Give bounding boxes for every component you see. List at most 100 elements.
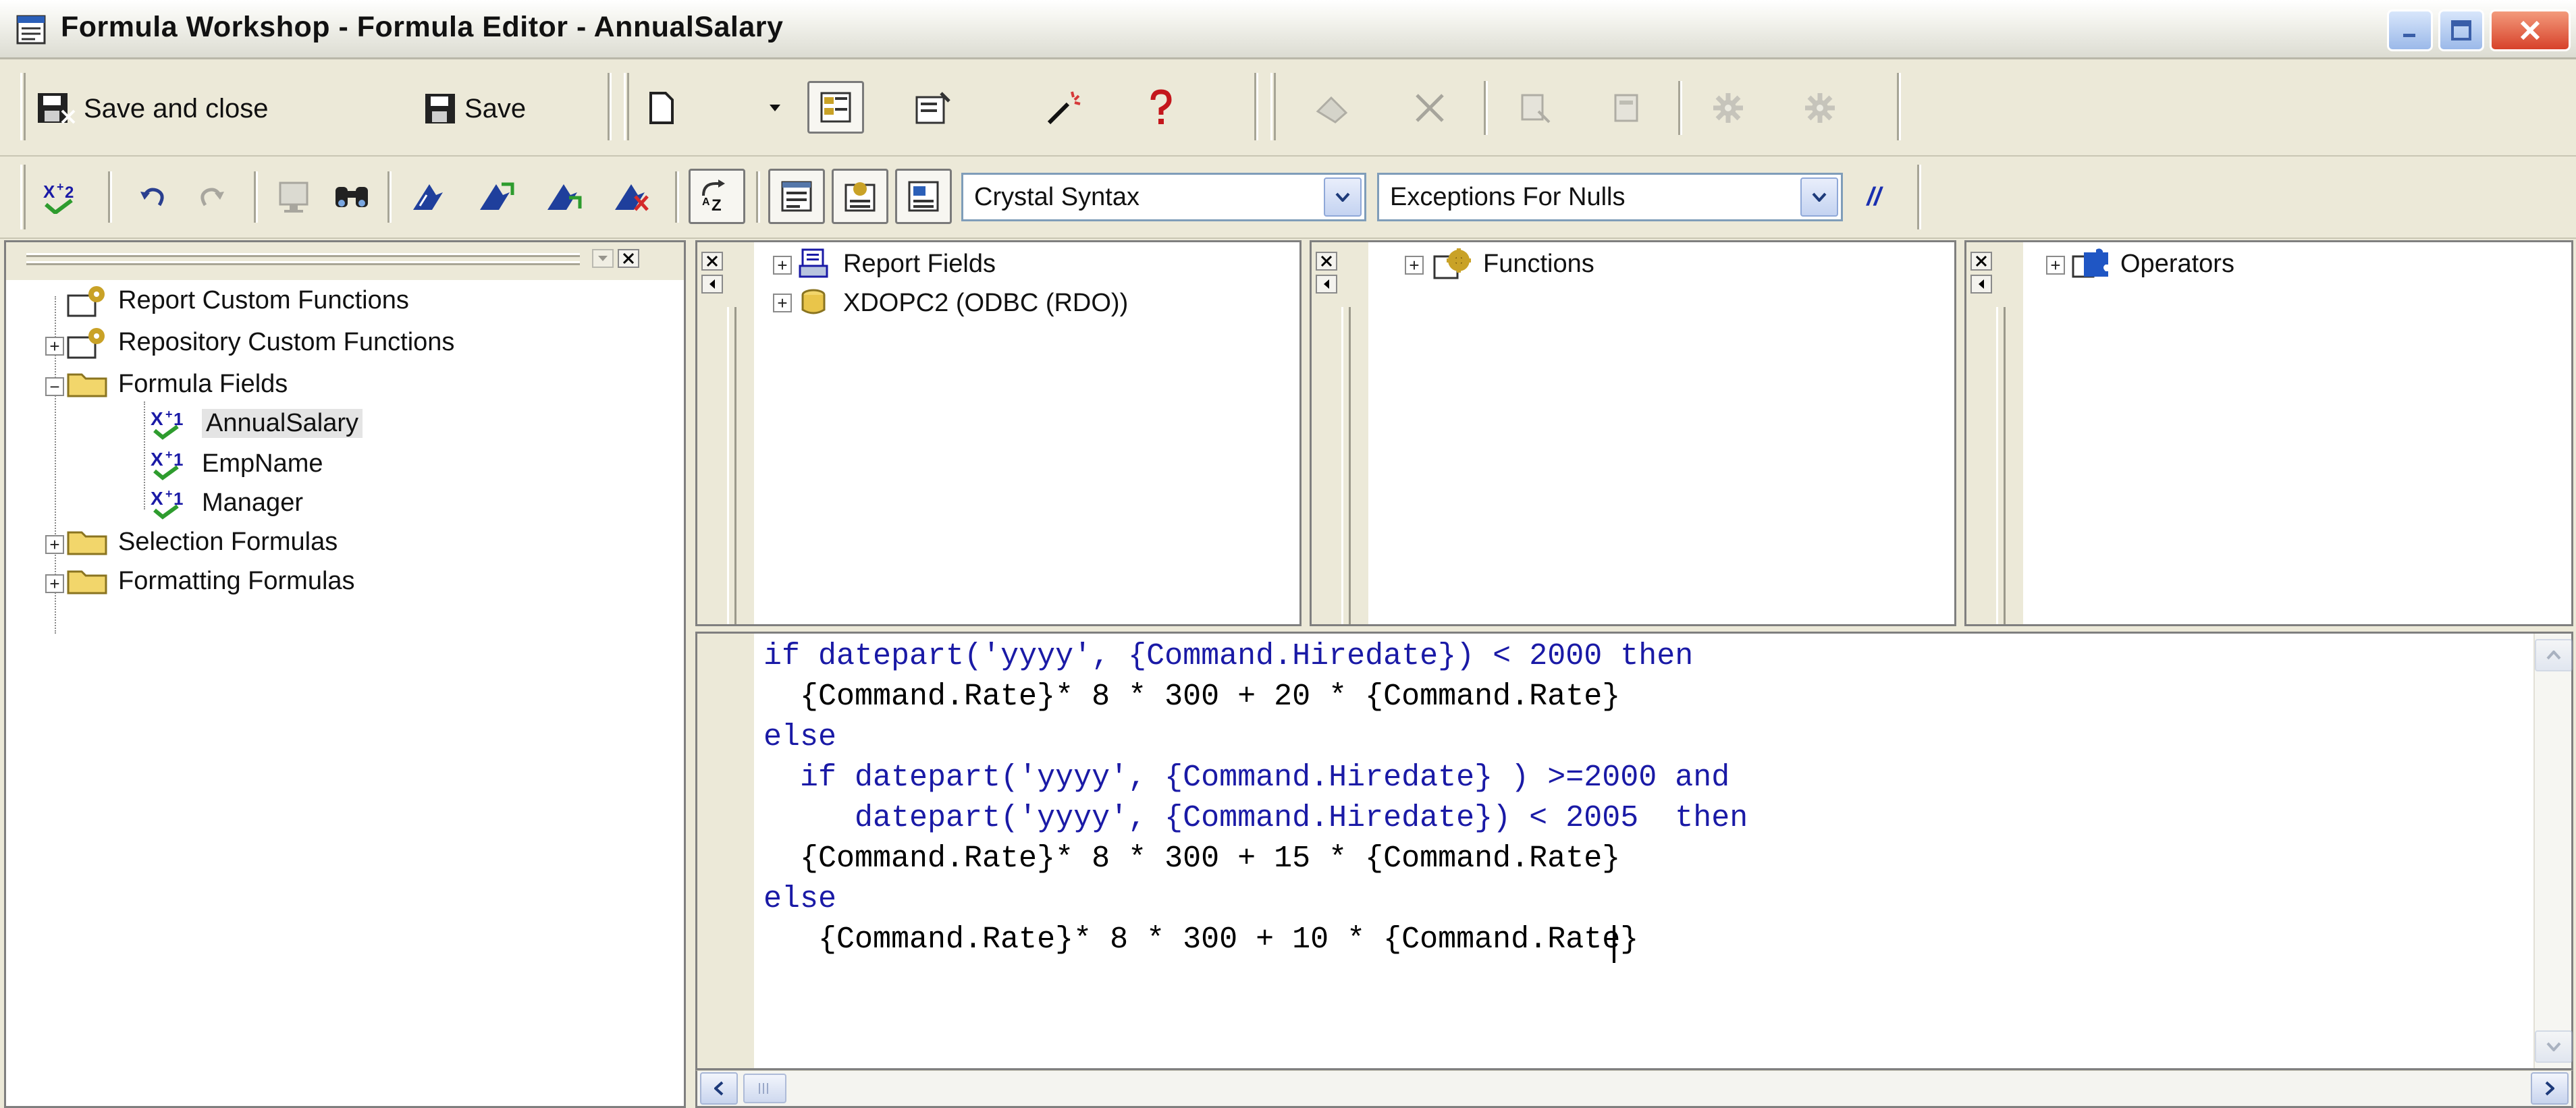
svg-text:+: + (57, 180, 64, 194)
check-formula-icon: X + 2 (43, 180, 74, 214)
show-operator-tree-button[interactable] (895, 169, 952, 224)
toolbar-grip[interactable] (1270, 73, 1276, 140)
operator-tree-panel-handle (1966, 242, 2023, 624)
tree-item-formatting-formulas[interactable]: Formatting Formulas (65, 561, 355, 601)
rename-button[interactable] (1310, 84, 1358, 132)
tree-item-datasource[interactable]: XDOPC2 (ODBC (RDO)) (797, 284, 1128, 322)
null-handling-select[interactable]: Exceptions For Nulls (1377, 173, 1843, 221)
code-line: else (763, 720, 836, 754)
pane-close-button[interactable] (618, 249, 639, 268)
show-function-tree-button[interactable] (832, 169, 888, 224)
scroll-thumb[interactable] (743, 1074, 786, 1103)
field-tree-collapse-button[interactable] (701, 275, 723, 294)
check-formula-button[interactable]: X + 2 (36, 171, 88, 220)
function-tree-panel-handle (1312, 242, 1368, 624)
find-replace-button[interactable] (328, 174, 375, 219)
toolbar-separator (1678, 81, 1682, 135)
next-bookmark-button[interactable] (473, 174, 520, 219)
pane-collapse-button[interactable] (592, 249, 614, 268)
formula-text-editor[interactable]: if datepart('yyyy', {Command.Hiredate}) … (695, 632, 2573, 1070)
field-tree-close-button[interactable] (701, 252, 723, 271)
show-field-tree-button[interactable] (768, 169, 825, 224)
gear-icon (1805, 93, 1835, 123)
function-tree-icon (844, 182, 876, 212)
tree-item-label: Manager (202, 488, 303, 517)
tree-item-report-custom-functions[interactable]: Report Custom Functions (65, 280, 409, 321)
tree-expand-toggle[interactable]: + (45, 574, 64, 593)
toolbar-grip[interactable] (20, 73, 26, 140)
minimize-button[interactable] (2387, 9, 2433, 51)
bookmark-flag-icon (413, 184, 443, 210)
toolbar-grip[interactable] (20, 165, 26, 229)
toggle-tree-button[interactable] (807, 81, 864, 134)
field-tree-panel: + Report Fields + XDOPC2 (ODBC (RDO)) (695, 240, 1302, 626)
function-tree-close-button[interactable] (1316, 252, 1337, 271)
tree-expand-toggle[interactable]: + (773, 256, 792, 275)
tree-item-manager[interactable]: X +1 Manager (151, 482, 303, 523)
toggle-bookmark-button[interactable] (404, 174, 451, 219)
tree-item-annualsalary[interactable]: X +1 AnnualSalary (151, 403, 363, 443)
toggle-properties-button[interactable] (1796, 84, 1844, 132)
scroll-right-button[interactable] (2531, 1072, 2569, 1105)
tree-item-formula-fields[interactable]: Formula Fields (65, 364, 288, 404)
function-tree-panel: + Functions (1310, 240, 1956, 626)
comment-button[interactable]: // (1852, 175, 1896, 219)
formula-expert-button[interactable] (1040, 84, 1088, 132)
save-and-close-button[interactable]: Save and close (36, 88, 269, 130)
tree-item-functions[interactable]: Functions (1433, 245, 1594, 283)
operator-tree-close-button[interactable] (1970, 252, 1992, 271)
code-keyword: else (763, 720, 837, 754)
panel-grip[interactable] (727, 307, 736, 624)
syntax-select-value: Crystal Syntax (974, 182, 1139, 211)
redo-button[interactable] (189, 175, 232, 219)
close-button[interactable] (2490, 9, 2571, 51)
save-label: Save (464, 93, 527, 123)
tree-item-operators[interactable]: Operators (2072, 245, 2234, 283)
function-tree-collapse-button[interactable] (1316, 275, 1337, 294)
tree-expand-toggle[interactable]: + (45, 337, 64, 356)
undo-button[interactable] (132, 175, 176, 219)
scroll-left-button[interactable] (700, 1072, 738, 1105)
editor-horizontal-scrollbar[interactable] (695, 1070, 2573, 1108)
use-extractor-button[interactable] (1704, 84, 1752, 132)
toolbar-expression-editor: X + 2 ZA Crystal Syntax Exceptions For N… (0, 157, 2576, 239)
add-to-repository-button[interactable] (1511, 84, 1559, 132)
browse-data-button[interactable] (273, 175, 316, 219)
svg-text:X: X (43, 182, 55, 202)
previous-bookmark-button[interactable] (540, 174, 587, 219)
tree-expand-toggle[interactable]: + (2046, 256, 2065, 275)
panel-grip[interactable] (1341, 307, 1351, 624)
syntax-select[interactable]: Crystal Syntax (961, 173, 1366, 221)
maximize-button[interactable] (2438, 9, 2484, 51)
toolbar-separator (756, 171, 760, 223)
help-button[interactable] (1141, 84, 1181, 132)
null-handling-dropdown-arrow[interactable] (1800, 177, 1838, 217)
tree-collapse-toggle[interactable]: − (45, 377, 64, 396)
tree-expand-toggle[interactable]: + (45, 535, 64, 554)
tree-item-selection-formulas[interactable]: Selection Formulas (65, 522, 338, 562)
scroll-up-button[interactable] (2535, 639, 2573, 671)
tree-item-report-fields[interactable]: Report Fields (797, 245, 996, 283)
scroll-down-button[interactable] (2535, 1030, 2573, 1063)
new-formula-button[interactable] (641, 88, 682, 128)
panel-grip[interactable] (1996, 307, 2006, 624)
tree-item-repository-custom-functions[interactable]: Repository Custom Functions (65, 322, 454, 362)
delete-button[interactable] (1405, 84, 1454, 132)
pane-splitter[interactable] (686, 240, 695, 1108)
editor-vertical-scrollbar[interactable] (2533, 634, 2573, 1068)
properties-button[interactable] (906, 84, 960, 132)
clear-bookmarks-button[interactable] (608, 174, 655, 219)
tree-expand-toggle[interactable]: + (1405, 256, 1424, 275)
sort-trees-button[interactable]: ZA (689, 169, 745, 224)
text-caret (1613, 925, 1615, 963)
save-button[interactable]: Save (424, 88, 526, 130)
operator-tree-collapse-button[interactable] (1970, 275, 1992, 294)
close-icon (622, 252, 635, 265)
tree-item-label: Operators (2120, 249, 2234, 278)
tree-expand-toggle[interactable]: + (773, 294, 792, 312)
new-dropdown-button[interactable] (761, 88, 788, 128)
toolbar-grip[interactable] (624, 73, 629, 140)
disconnect-repository-button[interactable] (1603, 84, 1651, 132)
syntax-dropdown-arrow[interactable] (1324, 177, 1362, 217)
tree-item-empname[interactable]: X +1 EmpName (151, 443, 323, 484)
